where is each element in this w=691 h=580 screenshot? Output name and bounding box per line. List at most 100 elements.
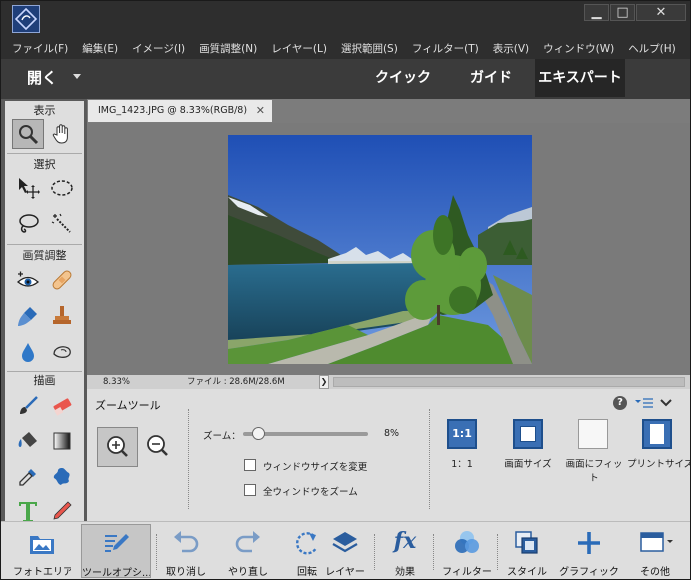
sponge-tool[interactable] [46,337,78,367]
paint-bucket-tool[interactable] [12,426,44,456]
open-button[interactable]: 開く [27,67,57,88]
zoom-value: 8% [384,428,400,439]
document-photo [228,135,532,364]
stamp-icon [53,306,71,324]
resize-windows-checkbox[interactable] [244,459,256,471]
smart-brush-tool[interactable] [12,301,44,331]
layers-button[interactable]: レイヤー [321,524,369,578]
red-eye-tool[interactable] [12,265,44,295]
mode-bar: 開く クイック ガイド エキスパート [1,59,690,99]
clone-stamp-tool[interactable] [46,301,78,331]
tool-options-icon [105,534,129,552]
document-tab[interactable]: IMG_1423.JPG @ 8.33%(RGB/8) ✕ [88,100,272,122]
bandage-icon [52,270,72,290]
menu-help[interactable]: ヘルプ(H) [628,41,676,56]
brush-tool[interactable] [12,391,44,421]
marquee-tool[interactable] [46,173,78,203]
quick-selection-tool[interactable] [46,209,78,239]
styles-button[interactable]: スタイル [503,524,551,578]
filters-label: フィルター [442,567,492,578]
fill-screen-button[interactable] [578,419,608,449]
menu-window[interactable]: ウィンドウ(W) [543,41,614,56]
redo-button[interactable]: やり直し [223,524,273,578]
zoom-out-button[interactable] [142,427,174,467]
tab-guided[interactable]: ガイド [456,59,526,97]
close-window-button[interactable]: ✕ [636,4,686,21]
rotate-icon [295,532,318,555]
zoom-in-icon [107,436,128,457]
menu-select[interactable]: 選択範囲(S) [341,41,398,56]
menu-view[interactable]: 表示(V) [493,41,529,56]
undo-icon [174,531,199,553]
bottom-divider [374,534,375,570]
actual-pixels-button[interactable]: 1:1 [447,419,477,449]
open-dropdown-icon[interactable] [73,74,81,79]
menu-layer[interactable]: レイヤー(L) [271,41,327,56]
maximize-button[interactable]: □ [610,4,635,21]
blur-tool[interactable] [12,337,44,367]
zoom-slider-thumb[interactable] [251,427,265,440]
sponge-icon [53,346,71,358]
help-icon[interactable]: ? [613,396,627,410]
move-tool[interactable] [12,173,44,203]
collapse-panel-icon[interactable] [659,397,673,409]
eraser-tool[interactable] [46,391,78,421]
tab-quick[interactable]: クイック [366,59,440,97]
zoom-tool[interactable] [12,119,44,149]
graphics-button[interactable]: グラフィック [559,524,619,578]
text-tool[interactable] [12,496,44,521]
filters-button[interactable]: フィルター [441,524,493,578]
redo-icon [235,531,260,553]
panel-menu-icon[interactable] [635,397,653,409]
resize-windows-label: ウィンドウサイズを変更 [263,462,368,473]
smart-brush-icon [18,307,37,326]
rotate-button[interactable]: 回転 [289,524,325,578]
tool-options-button[interactable]: ツールオプシ... [81,524,151,579]
lasso-tool[interactable] [12,209,44,239]
toolbox-section-view: 表示 [33,104,56,117]
lasso-icon [19,214,39,233]
toolbox-section-select: 選択 [33,158,56,171]
bottom-divider [497,534,498,570]
undo-button[interactable]: 取り消し [161,524,211,578]
status-menu-arrow-icon[interactable]: ❯ [319,375,329,389]
menu-filter[interactable]: フィルター(T) [412,41,479,56]
toolbox-divider [7,244,82,245]
minimize-button[interactable]: ▁ [584,4,609,21]
lake-landscape-photo [228,135,532,364]
zoom-slider[interactable] [243,427,368,440]
tool-options-label: ツールオプシ... [82,568,150,579]
pencil-icon [53,501,72,520]
layers-icon [332,532,358,553]
magnifier-icon [19,125,39,145]
menu-enhance[interactable]: 画質調整(N) [199,41,257,56]
horizontal-scrollbar[interactable] [333,377,685,387]
spot-healing-tool[interactable] [46,265,78,295]
fit-screen-button[interactable] [513,419,543,449]
zoom-in-button[interactable] [97,427,138,467]
photo-bin-button[interactable]: フォトエリア [13,524,71,578]
hand-tool[interactable] [46,119,78,149]
print-size-button[interactable] [642,419,672,449]
status-zoom: 8.33% [103,377,131,387]
actual-pixels-label: 1：1 [451,459,473,470]
filters-icon [455,531,479,553]
effects-button[interactable]: fx 効果 [381,524,429,578]
gradient-tool[interactable] [46,426,78,456]
close-document-icon[interactable]: ✕ [256,100,265,122]
image-canvas[interactable] [87,123,690,375]
eye-icon [16,271,40,287]
fill-screen-label: 画面にフィット [565,459,623,484]
tab-expert[interactable]: エキスパート [535,59,625,97]
app-logo-icon [12,5,40,33]
type-t-icon [19,502,37,521]
bottom-divider [433,534,434,570]
menu-file[interactable]: ファイル(F) [12,41,68,56]
pencil-tool[interactable] [46,496,78,521]
menu-image[interactable]: イメージ(I) [132,41,185,56]
menu-edit[interactable]: 編集(E) [82,41,118,56]
custom-shape-tool[interactable] [46,462,78,492]
eyedropper-tool[interactable] [12,462,44,492]
zoom-all-windows-checkbox[interactable] [244,484,256,496]
more-button[interactable]: その他 [627,524,683,578]
